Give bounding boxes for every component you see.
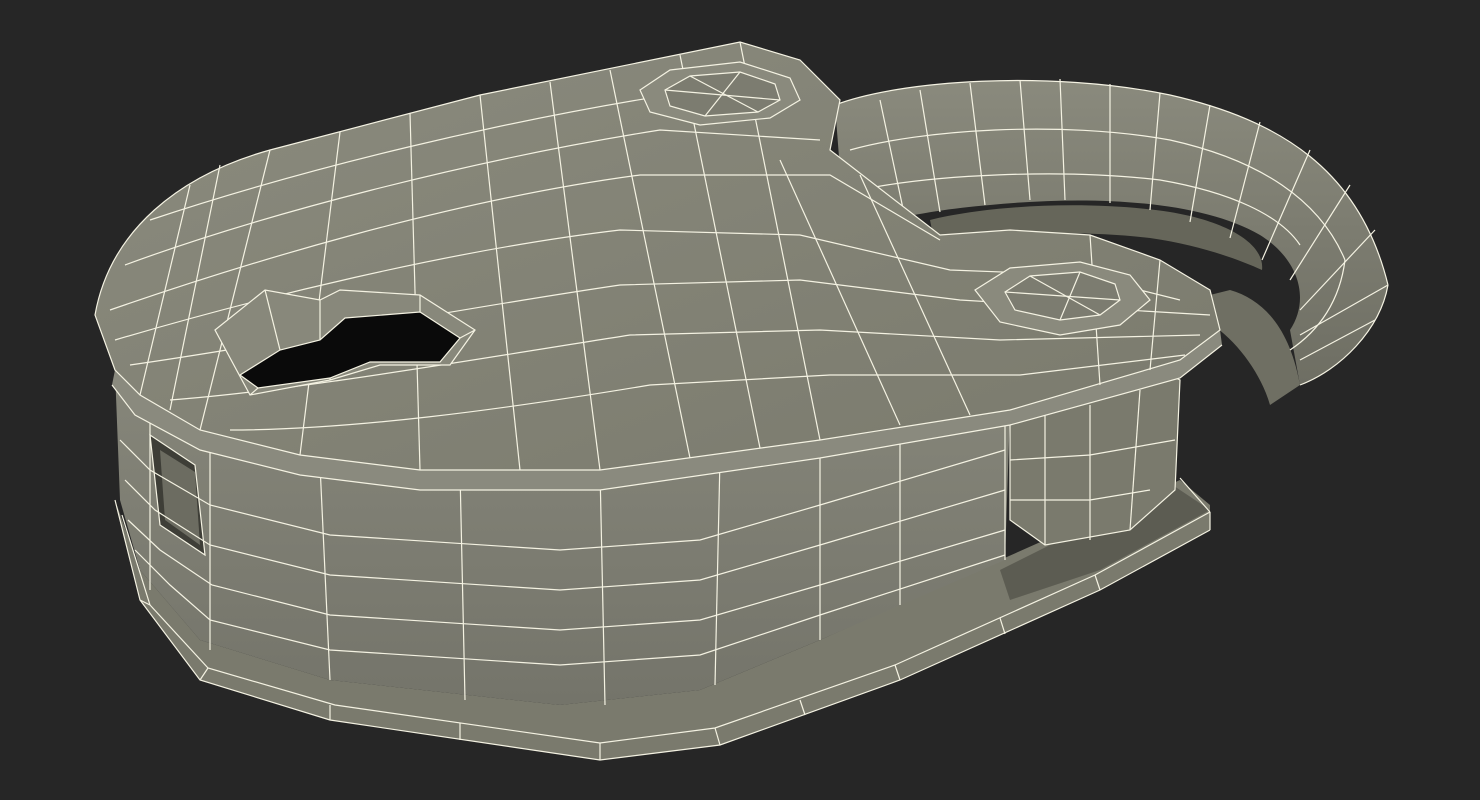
padlock-render <box>94 41 1389 761</box>
3d-viewport <box>0 0 1480 800</box>
